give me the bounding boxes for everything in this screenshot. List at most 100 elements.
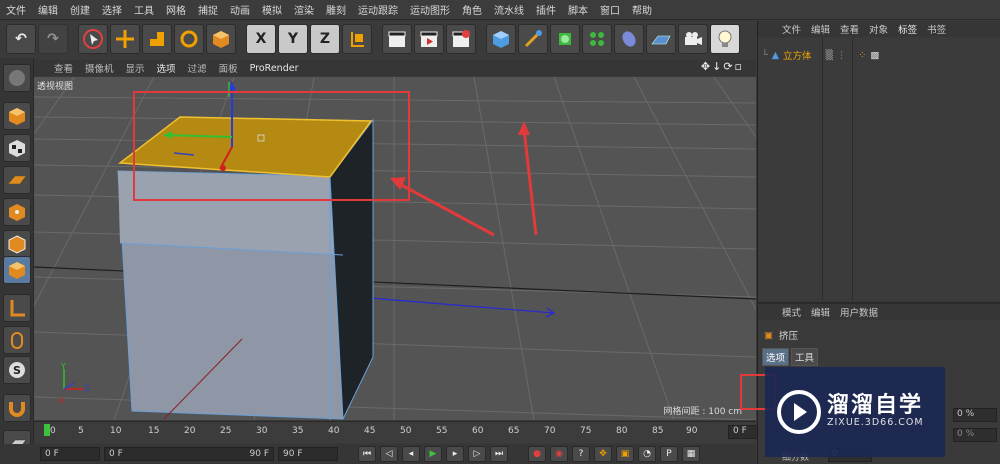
end-frame-field[interactable]: 90 F xyxy=(278,447,338,461)
snap-button[interactable]: S xyxy=(3,356,31,384)
workplane-mode-button[interactable] xyxy=(3,166,31,194)
render-settings-button[interactable] xyxy=(446,24,476,54)
menu-sculpt[interactable]: 雕刻 xyxy=(320,2,352,17)
vp-menu-panel[interactable]: 面板 xyxy=(219,61,238,75)
tweak-mode-button[interactable] xyxy=(3,326,31,354)
om-menu-edit[interactable]: 编辑 xyxy=(811,22,830,36)
mode-button[interactable] xyxy=(3,64,31,92)
menu-render[interactable]: 渲染 xyxy=(288,2,320,17)
autokey-button[interactable]: ◉ xyxy=(550,446,568,462)
cube-object-button[interactable] xyxy=(486,24,516,54)
offset-field[interactable]: 0 % xyxy=(953,408,997,422)
model-mode-button[interactable] xyxy=(3,102,31,130)
floor-button[interactable] xyxy=(646,24,676,54)
redo-button[interactable]: ↷ xyxy=(38,24,68,54)
menu-script[interactable]: 脚本 xyxy=(562,2,594,17)
undo-button[interactable]: ↶ xyxy=(6,24,36,54)
menu-mesh[interactable]: 网格 xyxy=(160,2,192,17)
material-tag-icon[interactable]: ⁘ xyxy=(858,50,866,61)
key-param-button[interactable]: P xyxy=(660,446,678,462)
menu-animate[interactable]: 动画 xyxy=(224,2,256,17)
coordinate-system-button[interactable] xyxy=(342,24,372,54)
vp-menu-prorender[interactable]: ProRender xyxy=(250,63,299,74)
am-menu-user-data[interactable]: 用户数据 xyxy=(840,305,878,319)
gizmo-y-handle[interactable] xyxy=(220,165,226,171)
frame-range-slider[interactable]: 0 F 90 F xyxy=(104,447,274,461)
scale-button[interactable] xyxy=(142,24,172,54)
key-position-button[interactable]: ✥ xyxy=(594,446,612,462)
om-menu-bookmarks[interactable]: 书签 xyxy=(927,22,946,36)
next-key-button[interactable]: ▷ xyxy=(468,446,486,462)
recent-tools-button[interactable] xyxy=(206,24,236,54)
prev-key-button[interactable]: ◁ xyxy=(380,446,398,462)
rotate-button[interactable] xyxy=(174,24,204,54)
menu-mograph[interactable]: 运动图形 xyxy=(404,2,456,17)
menu-motion-tracking[interactable]: 运动跟踪 xyxy=(352,2,404,17)
object-name[interactable]: 立方体 xyxy=(783,48,812,62)
keyframe-selection-button[interactable]: ? xyxy=(572,446,590,462)
pen-spline-button[interactable] xyxy=(518,24,548,54)
move-button[interactable] xyxy=(110,24,140,54)
tab-options[interactable]: 选项 xyxy=(762,348,790,366)
texture-mode-button[interactable] xyxy=(3,134,31,162)
polygon-mode-button[interactable] xyxy=(3,256,31,284)
axis-mode-button[interactable] xyxy=(3,294,31,322)
magnet-button[interactable] xyxy=(3,394,31,422)
point-mode-button[interactable] xyxy=(3,198,31,226)
om-menu-objects[interactable]: 对象 xyxy=(869,22,888,36)
object-list[interactable]: └ ▲ 立方体 ▒ ⋮ ⁘ ▩ xyxy=(758,38,1000,300)
object-row-cube[interactable]: └ ▲ 立方体 ▒ ⋮ ⁘ ▩ xyxy=(762,48,997,63)
menu-edit[interactable]: 编辑 xyxy=(32,2,64,17)
menu-help[interactable]: 帮助 xyxy=(626,2,658,17)
deformer-button[interactable] xyxy=(614,24,644,54)
edge-mode-button[interactable] xyxy=(3,230,31,258)
viewport-scene[interactable]: Y X Z xyxy=(34,77,756,420)
menu-pipeline[interactable]: 流水线 xyxy=(488,2,530,17)
vp-menu-filter[interactable]: 过滤 xyxy=(188,61,207,75)
am-menu-edit[interactable]: 编辑 xyxy=(811,305,830,319)
record-button[interactable]: ● xyxy=(528,446,546,462)
camera-button[interactable] xyxy=(678,24,708,54)
enable-dot-icon[interactable]: ⋮ xyxy=(837,50,847,61)
om-menu-view[interactable]: 查看 xyxy=(840,22,859,36)
x-axis-button[interactable]: X xyxy=(246,24,276,54)
light-button[interactable] xyxy=(710,24,740,54)
next-frame-button[interactable]: ▸ xyxy=(446,446,464,462)
array-button[interactable] xyxy=(582,24,612,54)
y-axis-button[interactable]: Y xyxy=(278,24,308,54)
render-picture-viewer-button[interactable] xyxy=(414,24,444,54)
om-menu-file[interactable]: 文件 xyxy=(782,22,801,36)
go-to-end-button[interactable]: ⏭ xyxy=(490,446,508,462)
key-pla-button[interactable]: ▦ xyxy=(682,446,700,462)
vp-menu-view[interactable]: 查看 xyxy=(54,61,73,75)
variance-field[interactable]: 0 % xyxy=(953,428,997,442)
menu-character[interactable]: 角色 xyxy=(456,2,488,17)
menu-snap[interactable]: 捕捉 xyxy=(192,2,224,17)
viewport-nav-icons[interactable]: ✥↓⟳▫ xyxy=(701,60,744,73)
render-view-button[interactable] xyxy=(382,24,412,54)
vp-menu-display[interactable]: 显示 xyxy=(126,61,145,75)
menu-create[interactable]: 创建 xyxy=(64,2,96,17)
play-button[interactable]: ▶ xyxy=(424,446,442,462)
menu-window[interactable]: 窗口 xyxy=(594,2,626,17)
key-rotation-button[interactable]: ◔ xyxy=(638,446,656,462)
om-menu-tags[interactable]: 标签 xyxy=(898,22,917,36)
menu-file[interactable]: 文件 xyxy=(0,2,32,17)
live-selection-button[interactable] xyxy=(78,24,108,54)
timeline[interactable]: 0 5 10 15 20 25 30 35 40 45 50 55 60 65 … xyxy=(34,421,786,443)
vp-menu-options[interactable]: 选项 xyxy=(157,61,176,75)
menu-plugins[interactable]: 插件 xyxy=(530,2,562,17)
start-frame-field[interactable]: 0 F xyxy=(40,447,100,461)
key-scale-button[interactable]: ▣ xyxy=(616,446,634,462)
go-to-start-button[interactable]: ⏮ xyxy=(358,446,376,462)
menu-select[interactable]: 选择 xyxy=(96,2,128,17)
texture-tag-icon[interactable]: ▩ xyxy=(870,50,879,61)
prev-frame-button[interactable]: ◂ xyxy=(402,446,420,462)
visibility-icon[interactable]: ▒ xyxy=(826,50,833,61)
menu-tools[interactable]: 工具 xyxy=(128,2,160,17)
menu-simulate[interactable]: 模拟 xyxy=(256,2,288,17)
perspective-viewport[interactable]: Y X Z 透视视图 网格间距 : 100 cm xyxy=(34,77,756,420)
tab-tool[interactable]: 工具 xyxy=(791,348,819,366)
z-axis-button[interactable]: Z xyxy=(310,24,340,54)
vp-menu-camera[interactable]: 摄像机 xyxy=(85,61,114,75)
